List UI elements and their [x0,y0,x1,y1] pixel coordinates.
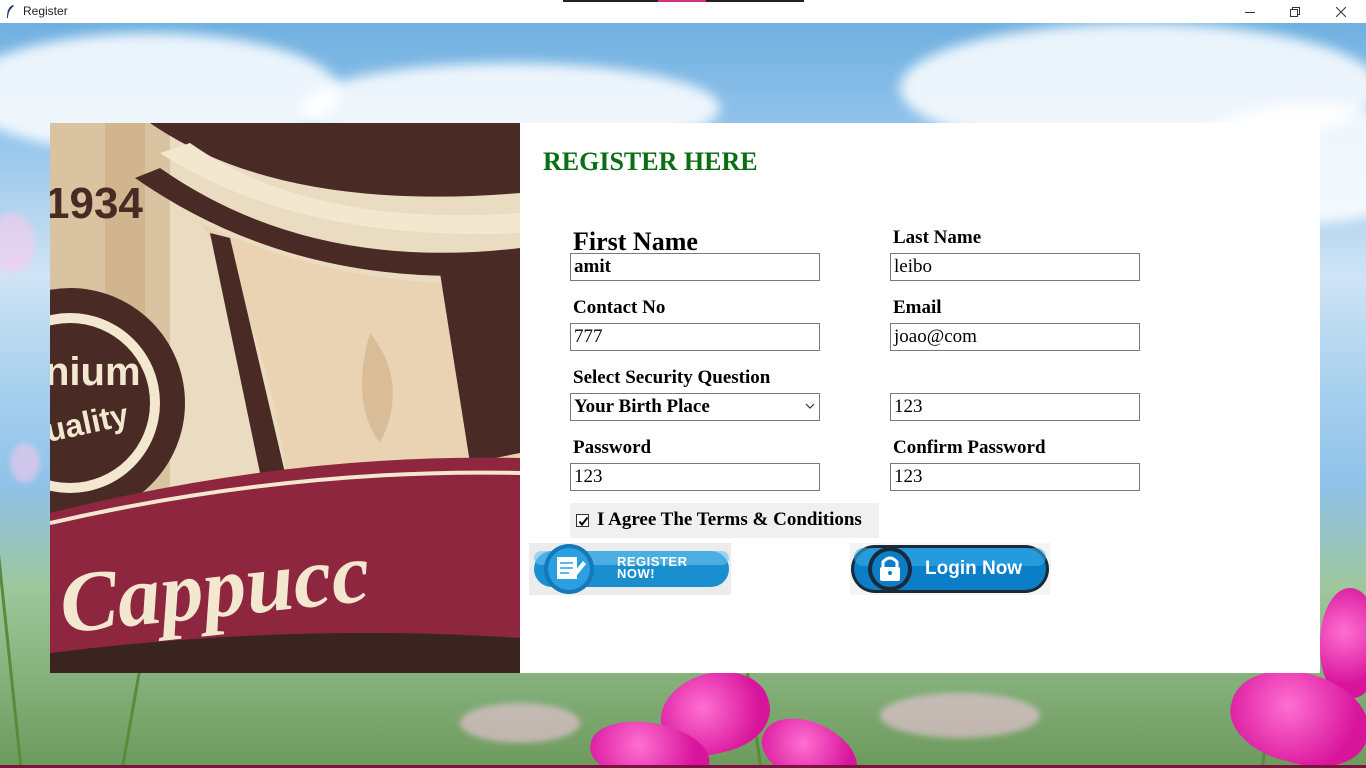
login-button-label: Login Now [925,558,1023,579]
window-title: Register [23,4,68,18]
flower-bokeh [880,693,1040,738]
first-name-input[interactable]: amit [570,253,820,281]
email-label: Email [893,297,942,318]
minimize-button[interactable] [1227,0,1273,23]
terms-checkbox[interactable] [576,514,589,527]
cappuccino-poster: 1934 nium uality Cappucc [50,123,520,673]
security-question-label: Select Security Question [573,367,771,388]
email-input[interactable]: joao@com [890,323,1140,351]
flower-bokeh [0,213,35,273]
close-icon [1336,6,1346,17]
flower-bokeh [10,443,40,483]
minimize-icon [1245,11,1255,13]
title-bar: Register [0,0,1366,23]
last-name-input[interactable]: leibo [890,253,1140,281]
confirm-password-label: Confirm Password [893,437,1046,458]
register-button-label: REGISTER NOW! [617,554,688,581]
poster-badge-text: nium [50,350,141,394]
chevron-down-icon [805,403,815,409]
terms-label: I Agree The Terms & Conditions [597,509,862,530]
password-input[interactable]: 123 [570,463,820,491]
password-label: Password [573,437,652,458]
poster-year: 1934 [50,179,143,228]
restore-icon [1290,6,1300,17]
poster-art: 1934 nium uality Cappucc [50,123,520,673]
feather-icon [7,5,14,18]
title-strip-accent [658,0,706,2]
page-title: REGISTER HERE [543,147,758,176]
flower-bokeh [460,703,580,743]
close-button[interactable] [1318,0,1364,23]
security-answer-input[interactable]: 123 [890,393,1140,421]
checkmark-icon [578,516,589,527]
contact-label: Contact No [573,297,666,318]
contact-input[interactable]: 777 [570,323,820,351]
confirm-password-input[interactable]: 123 [890,463,1140,491]
security-question-select[interactable]: Your Birth Place [570,393,820,421]
stem [0,275,23,768]
security-question-value: Your Birth Place [574,396,710,417]
last-name-label: Last Name [893,227,982,248]
restore-button[interactable] [1272,0,1318,23]
